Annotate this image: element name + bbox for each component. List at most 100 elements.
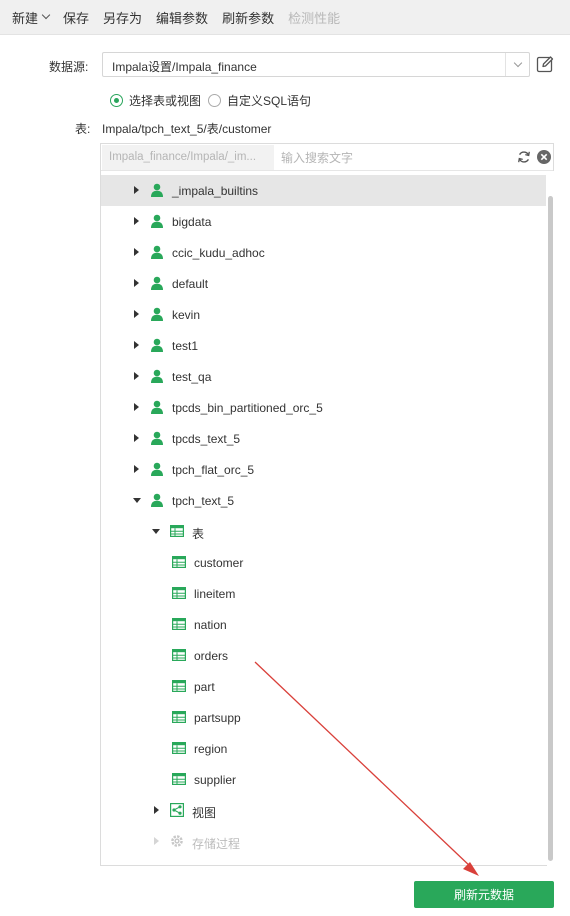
table-name: lineitem — [194, 587, 236, 601]
tree-node-table[interactable]: nation — [101, 609, 546, 640]
new-label: 新建 — [12, 10, 39, 26]
search-bar: Impala_finance/Impala/_im... — [101, 144, 553, 171]
caret-right-icon[interactable] — [134, 434, 139, 442]
table-icon — [172, 648, 186, 662]
refresh-metadata-button[interactable]: 刷新元数据 — [414, 881, 554, 908]
tree-node-table[interactable]: customer — [101, 547, 546, 578]
tree-node-database[interactable]: test1 — [101, 330, 546, 361]
tree-node-table[interactable]: region — [101, 733, 546, 764]
caret-right-icon[interactable] — [134, 341, 139, 349]
views-folder-label: 视图 — [192, 806, 217, 820]
caret-right-icon[interactable] — [154, 837, 159, 845]
table-label: 表: — [75, 122, 91, 136]
table-name: partsupp — [194, 711, 241, 725]
table-name: nation — [194, 618, 227, 632]
database-name: tpch_text_5 — [172, 494, 235, 508]
caret-down-icon[interactable] — [152, 529, 160, 534]
chevron-down-icon — [513, 58, 522, 68]
edit-icon[interactable] — [536, 55, 554, 73]
database-name: ccic_kudu_adhoc — [172, 246, 265, 260]
caret-right-icon[interactable] — [134, 310, 139, 318]
tree-node-procs-folder[interactable]: 存储过程 — [101, 826, 546, 857]
caret-right-icon[interactable] — [154, 806, 159, 814]
table-name: customer — [194, 556, 244, 570]
table-name: supplier — [194, 773, 237, 787]
tree-node-table[interactable]: partsupp — [101, 702, 546, 733]
table-tree-panel: Impala_finance/Impala/_im... _impala_bui… — [100, 143, 554, 866]
table-icon — [172, 586, 186, 600]
tree-node-database[interactable]: kevin — [101, 299, 546, 330]
tree-node-database[interactable]: bigdata — [101, 206, 546, 237]
database-name: default — [172, 277, 209, 291]
tree-node-database[interactable]: tpch_text_5 — [101, 485, 546, 516]
search-input[interactable] — [281, 149, 511, 166]
caret-right-icon[interactable] — [134, 372, 139, 380]
table-folder-icon — [170, 524, 184, 538]
database-user-icon — [150, 338, 164, 352]
table-icon — [172, 741, 186, 755]
tree-node-database[interactable]: tpcds_text_5 — [101, 423, 546, 454]
database-user-icon — [150, 214, 164, 228]
check-performance-button: 检测性能 — [288, 10, 341, 26]
tree-scrollbar[interactable] — [547, 171, 554, 866]
view-icon — [170, 803, 184, 817]
database-name: test1 — [172, 339, 199, 353]
database-user-icon — [150, 307, 164, 321]
clear-icon[interactable] — [537, 150, 551, 164]
database-name: bigdata — [172, 215, 212, 229]
database-name: tpcds_bin_partitioned_orc_5 — [172, 401, 323, 415]
database-user-icon — [150, 245, 164, 259]
tree-scrollbar-thumb[interactable] — [548, 196, 553, 861]
database-user-icon — [150, 276, 164, 290]
tree-node-database[interactable]: tpcds_bin_partitioned_orc_5 — [101, 392, 546, 423]
table-name: region — [194, 742, 228, 756]
tree-node-database[interactable]: ccic_kudu_adhoc — [101, 237, 546, 268]
radio-unselected-icon — [208, 94, 221, 107]
table-icon — [172, 772, 186, 786]
toolbar: 新建 保存 另存为 编辑参数 刷新参数 检测性能 — [0, 0, 570, 35]
table-name: orders — [194, 649, 229, 663]
tree-node-table[interactable]: orders — [101, 640, 546, 671]
database-name: _impala_builtins — [172, 184, 259, 198]
refresh-params-button[interactable]: 刷新参数 — [222, 8, 274, 27]
tree-node-table[interactable]: lineitem — [101, 578, 546, 609]
datasource-dropdown-toggle[interactable] — [505, 53, 529, 76]
database-user-icon — [150, 431, 164, 445]
save-button[interactable]: 保存 — [63, 8, 89, 27]
tree-node-views-folder[interactable]: 视图 — [101, 795, 546, 826]
edit-params-button[interactable]: 编辑参数 — [156, 8, 208, 27]
database-user-icon — [150, 183, 164, 197]
save-as-button[interactable]: 另存为 — [103, 8, 142, 27]
tree-node-database[interactable]: tpch_flat_orc_5 — [101, 454, 546, 485]
database-user-icon — [150, 400, 164, 414]
gear-icon — [170, 834, 184, 848]
database-user-icon — [150, 369, 164, 383]
database-name: kevin — [172, 308, 201, 322]
tree-node-table[interactable]: part — [101, 671, 546, 702]
caret-right-icon[interactable] — [134, 248, 139, 256]
caret-right-icon[interactable] — [134, 279, 139, 287]
database-name: tpcds_text_5 — [172, 432, 241, 446]
caret-right-icon[interactable] — [134, 217, 139, 225]
tree-node-database[interactable]: _impala_builtins — [101, 175, 546, 206]
caret-right-icon[interactable] — [134, 186, 139, 194]
caret-down-icon[interactable] — [133, 498, 141, 503]
tree-node-database[interactable]: test_qa — [101, 361, 546, 392]
table-icon — [172, 710, 186, 724]
datasource-label: 数据源: — [49, 60, 89, 74]
tree-node-database[interactable]: default — [101, 268, 546, 299]
chevron-down-icon — [41, 10, 51, 20]
tree-node-tables-folder[interactable]: 表 — [101, 516, 546, 547]
new-menu-button[interactable]: 新建 — [12, 8, 51, 27]
table-name: part — [194, 680, 215, 694]
refresh-icon[interactable] — [517, 150, 531, 164]
caret-right-icon[interactable] — [134, 403, 139, 411]
datasource-value: Impala设置/Impala_finance — [112, 60, 257, 74]
radio-selected-icon — [110, 94, 123, 107]
radio-option-table-view[interactable]: 选择表或视图 — [110, 92, 201, 109]
caret-right-icon[interactable] — [134, 465, 139, 473]
radio-option-custom-sql[interactable]: 自定义SQL语句 — [208, 92, 311, 109]
radio-option-table-view-label: 选择表或视图 — [129, 94, 202, 108]
datasource-select[interactable]: Impala设置/Impala_finance — [102, 52, 530, 77]
tree-node-table[interactable]: supplier — [101, 764, 546, 795]
